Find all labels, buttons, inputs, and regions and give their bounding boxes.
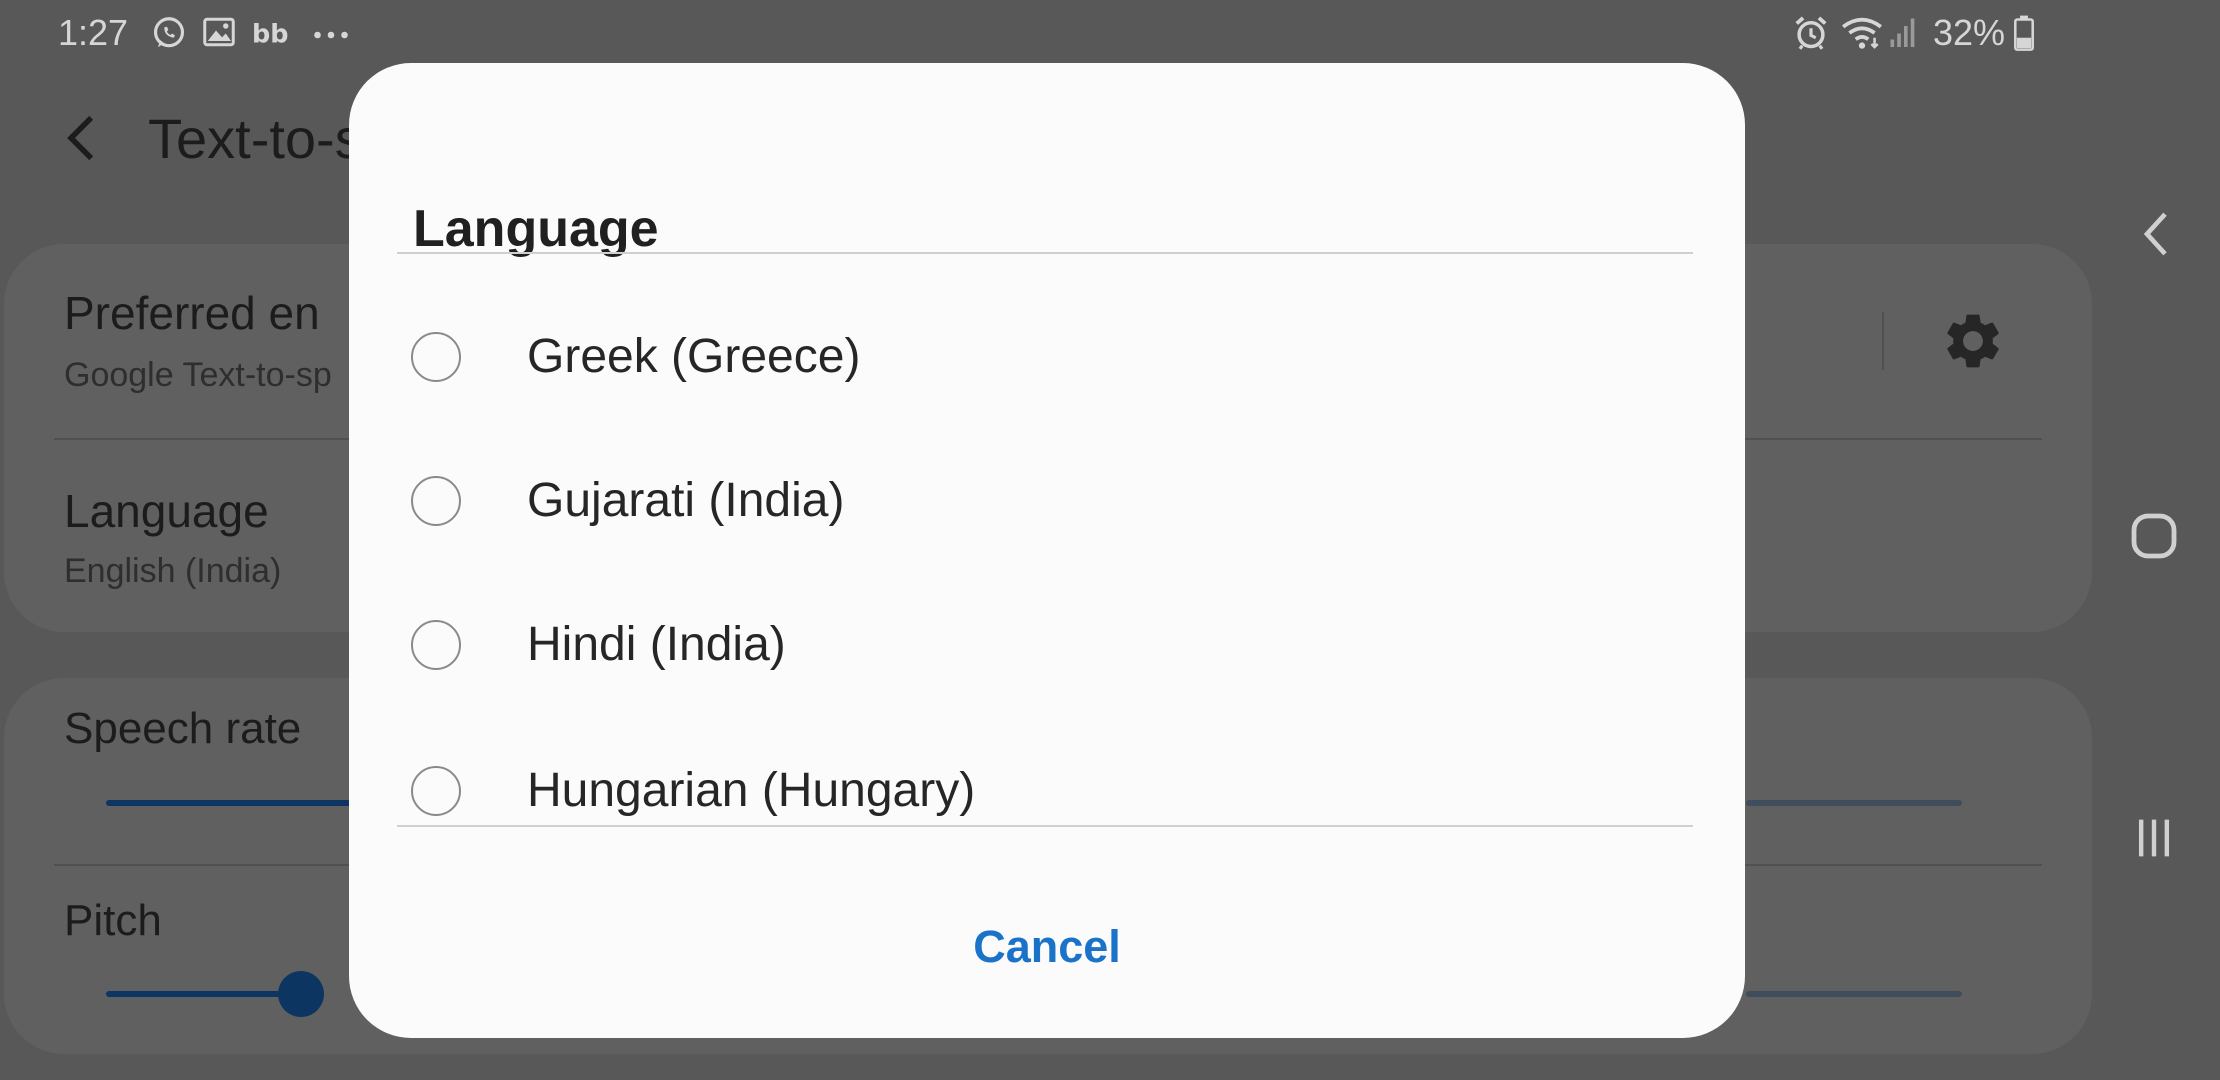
dialog-bottom-divider [397, 825, 1693, 827]
radio-button[interactable] [411, 476, 461, 526]
cancel-button[interactable]: Cancel [897, 897, 1197, 997]
pitch-slider-active[interactable] [106, 991, 306, 997]
language-option-label: Gujarati (India) [527, 474, 845, 527]
nav-recents-icon[interactable] [2132, 816, 2176, 860]
radio-button[interactable] [411, 620, 461, 670]
bb-app-icon: bb [252, 20, 288, 50]
radio-button[interactable] [411, 766, 461, 816]
language-option-label: Greek (Greece) [527, 330, 861, 383]
language-option[interactable]: Gujarati (India) [349, 433, 1745, 573]
whatsapp-icon [153, 17, 185, 48]
signal-icon [1890, 18, 1915, 47]
preferred-engine-subtitle: Google Text-to-sp [64, 356, 332, 394]
language-option[interactable]: Hungarian (Hungary) [349, 723, 1745, 863]
language-option-label: Hindi (India) [527, 618, 786, 671]
more-dots-icon [314, 31, 348, 39]
language-option[interactable]: Greek (Greece) [349, 289, 1745, 429]
status-bar: 1:27 bb 32% [0, 0, 2220, 66]
pitch-slider-thumb[interactable] [278, 971, 324, 1017]
nav-back-icon[interactable] [2138, 208, 2174, 260]
language-dialog: Language Greek (Greece) Gujarati (India)… [349, 63, 1745, 1038]
language-option[interactable]: Hindi (India) [349, 577, 1745, 717]
language-row-title[interactable]: Language [64, 484, 269, 538]
pitch-slider-track[interactable] [1746, 991, 1962, 997]
radio-button[interactable] [411, 332, 461, 382]
wifi-icon [1842, 17, 1882, 49]
speech-rate-label: Speech rate [64, 704, 302, 753]
pitch-label: Pitch [64, 896, 162, 945]
gallery-icon [203, 17, 235, 47]
battery-icon [2014, 15, 2034, 51]
vertical-divider [1882, 312, 1884, 370]
preferred-engine-title[interactable]: Preferred en [64, 286, 320, 340]
back-arrow-icon[interactable] [60, 112, 104, 164]
alarm-icon [1795, 16, 1827, 50]
dialog-top-divider [397, 252, 1693, 254]
nav-home-icon[interactable] [2130, 512, 2178, 560]
svg-text:bb: bb [252, 20, 288, 50]
language-option-label: Hungarian (Hungary) [527, 764, 976, 817]
status-time: 1:27 [58, 12, 129, 53]
speech-rate-slider-active[interactable] [106, 800, 356, 806]
dialog-title: Language [413, 200, 659, 258]
battery-percent: 32% [1933, 12, 2006, 53]
language-row-subtitle: English (India) [64, 552, 282, 590]
gear-icon[interactable] [1940, 308, 2006, 374]
speech-rate-slider-track[interactable] [1746, 800, 1962, 806]
page-title: Text-to-s [148, 107, 363, 170]
